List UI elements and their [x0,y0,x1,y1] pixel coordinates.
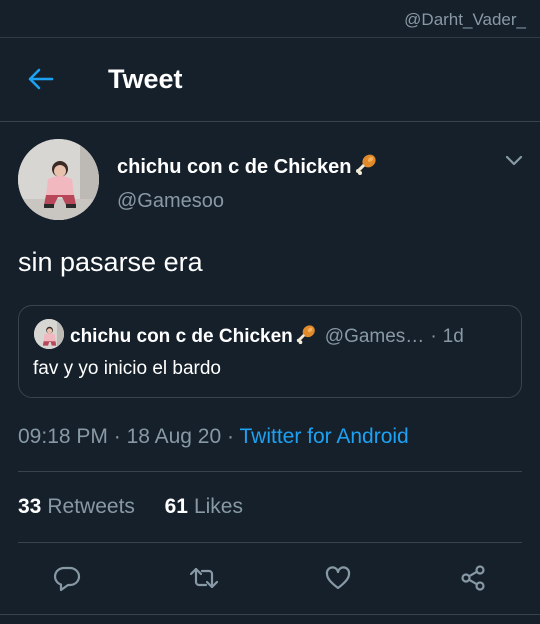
tweet-options-button[interactable] [500,150,528,172]
quoted-text: fav y yo inicio el bardo [33,358,221,379]
retweet-button[interactable] [186,560,222,596]
retweets-label: Retweets [47,495,135,518]
quoted-author-handle: @Games… [324,326,425,347]
watermark: @Darht_Vader_ [404,10,526,29]
retweets-count: 33 [18,495,42,518]
likes-stat[interactable]: 61 Likes [165,495,243,518]
share-icon [461,565,485,591]
likes-count: 61 [164,495,188,518]
quoted-avatar [34,319,64,349]
tweet-stats: 33 Retweets 61 Likes [18,495,243,519]
author-name-text: chichu con c de Chicken [117,155,352,178]
quoted-tweet[interactable]: chichu con c de Chicken @Games… · 1d fav… [18,305,522,398]
avatar[interactable] [18,139,99,220]
divider [0,614,540,615]
quoted-separator: · [430,326,437,347]
action-bar [0,558,540,598]
page-title: Tweet [108,64,183,94]
divider [18,471,522,472]
header: Tweet [0,38,540,122]
share-button[interactable] [455,560,491,596]
chevron-down-icon [505,155,523,166]
quoted-author-name-text: chichu con c de Chicken [70,326,293,347]
drumstick-icon [295,323,317,351]
likes-label: Likes [193,495,243,518]
drumstick-icon [354,152,378,182]
divider [18,542,522,543]
quoted-time: 1d [442,326,464,347]
arrow-left-icon [28,68,54,90]
quoted-avatar-photo [34,319,64,349]
tweet-source-link[interactable]: Twitter for Android [239,425,408,448]
like-button[interactable] [320,560,356,596]
meta-separator: · [227,425,235,448]
author-name[interactable]: chichu con c de Chicken [117,152,378,182]
tweet-time: 09:18 PM [18,425,108,448]
avatar-photo [18,139,99,220]
tweet-text: sin pasarse era [18,247,203,277]
back-button[interactable] [26,64,56,94]
meta-separator: · [113,425,121,448]
reply-icon [53,566,81,592]
tweet-date: 18 Aug 20 [126,425,222,448]
watermark-bar: @Darht_Vader_ [0,0,540,38]
quoted-header: chichu con c de Chicken @Games… · 1d [70,323,510,351]
reply-button[interactable] [49,560,85,596]
author-handle[interactable]: @Gamesoo [117,190,224,213]
retweets-stat[interactable]: 33 Retweets [18,495,141,518]
tweet-meta: 09:18 PM · 18 Aug 20 · Twitter for Andro… [18,425,409,449]
heart-icon [325,566,351,590]
retweet-icon [189,567,219,589]
quoted-author-name: chichu con c de Chicken [70,323,317,351]
